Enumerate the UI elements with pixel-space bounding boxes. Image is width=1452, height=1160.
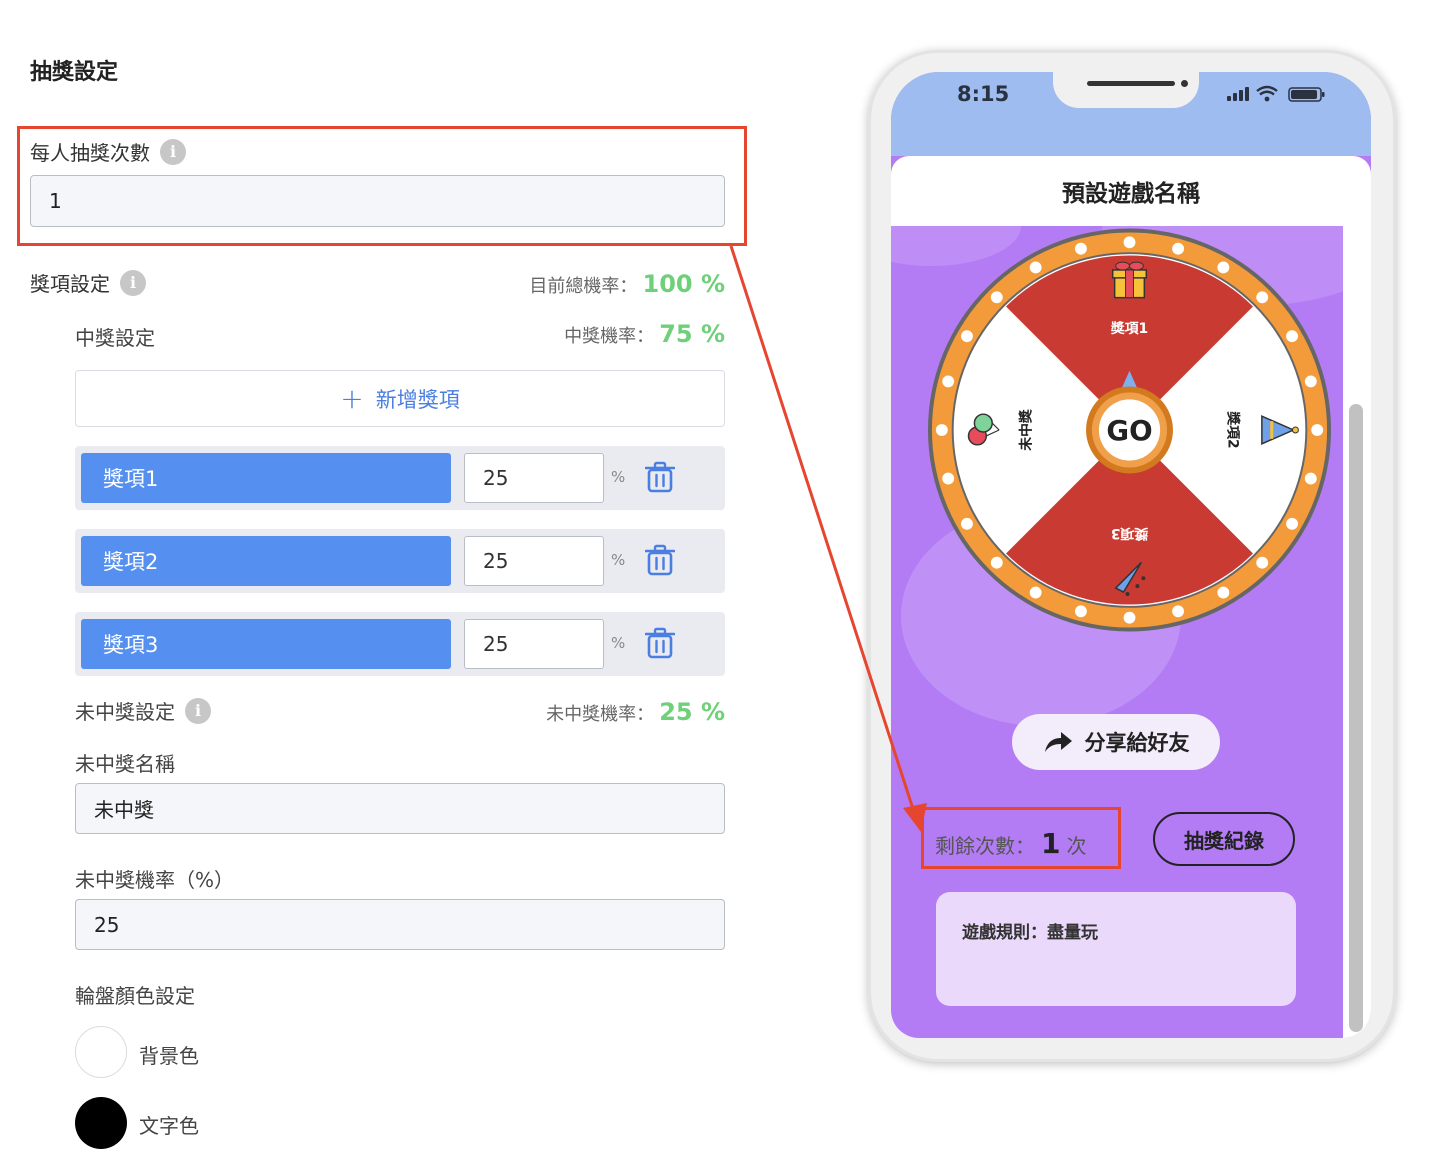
annotation-arrow bbox=[729, 245, 927, 832]
